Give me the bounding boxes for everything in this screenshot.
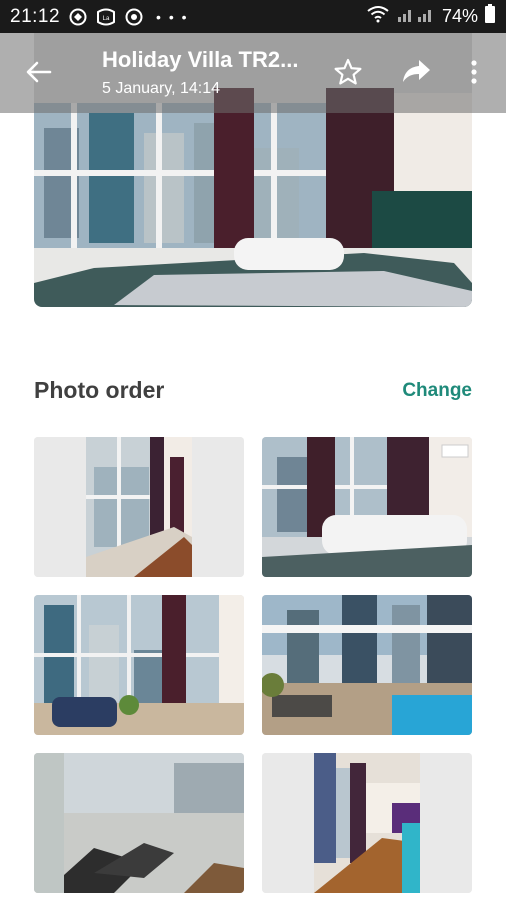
wifi-icon — [366, 5, 390, 28]
share-icon[interactable] — [400, 57, 432, 87]
photo-thumbnail[interactable] — [262, 753, 472, 893]
signal-icon — [396, 5, 436, 28]
photo-thumbnail[interactable] — [262, 595, 472, 735]
photo-order-heading: Photo order — [34, 377, 165, 403]
svg-text:La: La — [103, 16, 110, 22]
app-notification-icon: La — [96, 7, 116, 27]
back-arrow-icon[interactable] — [24, 57, 54, 87]
photo-thumbnail[interactable] — [34, 595, 244, 735]
app-bar: Holiday Villa TR2... 5 January, 14:14 — [0, 33, 506, 113]
battery-percent: 74% — [441, 6, 478, 26]
photo-thumbnail[interactable] — [34, 437, 244, 577]
page-title: Holiday Villa TR2... — [102, 47, 299, 72]
status-time: 21:12 — [10, 5, 61, 27]
chrome-icon — [124, 7, 144, 27]
photo-thumbnail[interactable] — [262, 437, 472, 577]
status-bar: 21:12 La • • • 74% — [0, 0, 506, 33]
change-button[interactable]: Change — [402, 380, 472, 402]
more-notifications-icon: • • • — [156, 8, 189, 25]
notification-icon — [68, 7, 88, 27]
battery-icon — [484, 4, 496, 29]
more-vert-icon[interactable] — [462, 57, 486, 87]
page-subtitle: 5 January, 14:14 — [102, 80, 221, 97]
photo-thumbnail[interactable] — [34, 753, 244, 893]
star-icon[interactable] — [333, 57, 363, 87]
